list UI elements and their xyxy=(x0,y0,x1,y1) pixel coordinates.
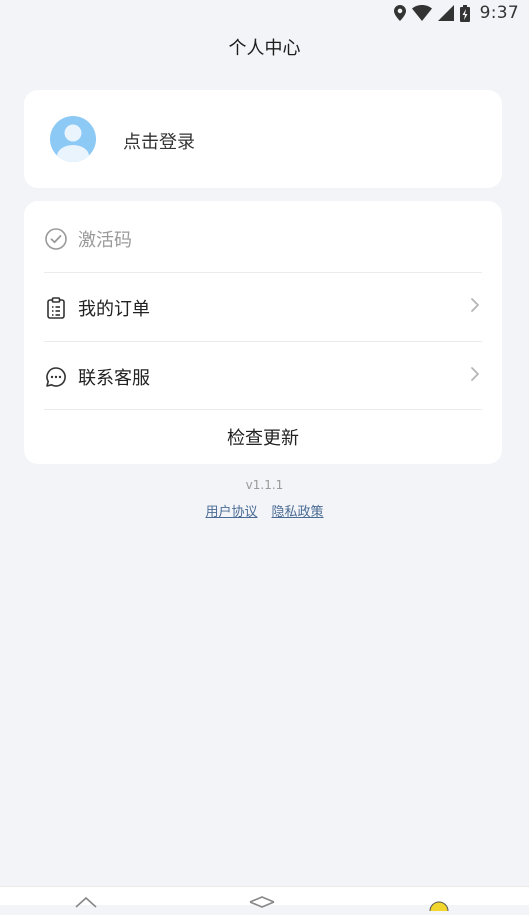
menu-card: 激活码 我的订单 联系客服 检查更新 xyxy=(24,201,502,464)
chat-bubble-icon xyxy=(44,365,78,389)
clipboard-list-icon xyxy=(44,296,78,320)
version-label: v1.1.1 xyxy=(245,478,284,492)
menu-item-customer-service[interactable]: 联系客服 xyxy=(44,342,482,411)
privacy-policy-link[interactable]: 隐私政策 xyxy=(272,501,324,520)
status-time: 9:37 xyxy=(479,3,519,23)
menu-item-my-orders[interactable]: 我的订单 xyxy=(44,273,482,342)
battery-charging-icon xyxy=(459,4,470,22)
status-bar: 9:37 xyxy=(0,0,529,26)
login-card[interactable]: 点击登录 xyxy=(24,90,502,188)
menu-item-activation-code[interactable]: 激活码 xyxy=(44,204,482,273)
wifi-icon xyxy=(411,5,432,21)
user-avatar-icon[interactable] xyxy=(50,116,96,162)
box-icon[interactable] xyxy=(249,893,275,912)
login-label[interactable]: 点击登录 xyxy=(123,128,195,154)
bottom-nav xyxy=(0,886,529,915)
page-title: 个人中心 xyxy=(228,38,301,59)
menu-item-label: 我的订单 xyxy=(78,298,150,320)
location-icon xyxy=(393,5,406,21)
chevron-right-icon xyxy=(470,297,480,317)
legal-links: 用户协议 隐私政策 xyxy=(0,501,529,520)
home-icon[interactable] xyxy=(75,893,97,912)
menu-item-label: 激活码 xyxy=(78,229,132,251)
signal-icon xyxy=(437,5,454,21)
check-update-button[interactable]: 检查更新 xyxy=(24,410,502,464)
check-circle-icon xyxy=(44,227,78,251)
user-agreement-link[interactable]: 用户协议 xyxy=(205,501,257,520)
chevron-right-icon xyxy=(470,366,480,386)
profile-icon[interactable] xyxy=(429,896,449,915)
menu-item-label: 联系客服 xyxy=(78,367,150,389)
